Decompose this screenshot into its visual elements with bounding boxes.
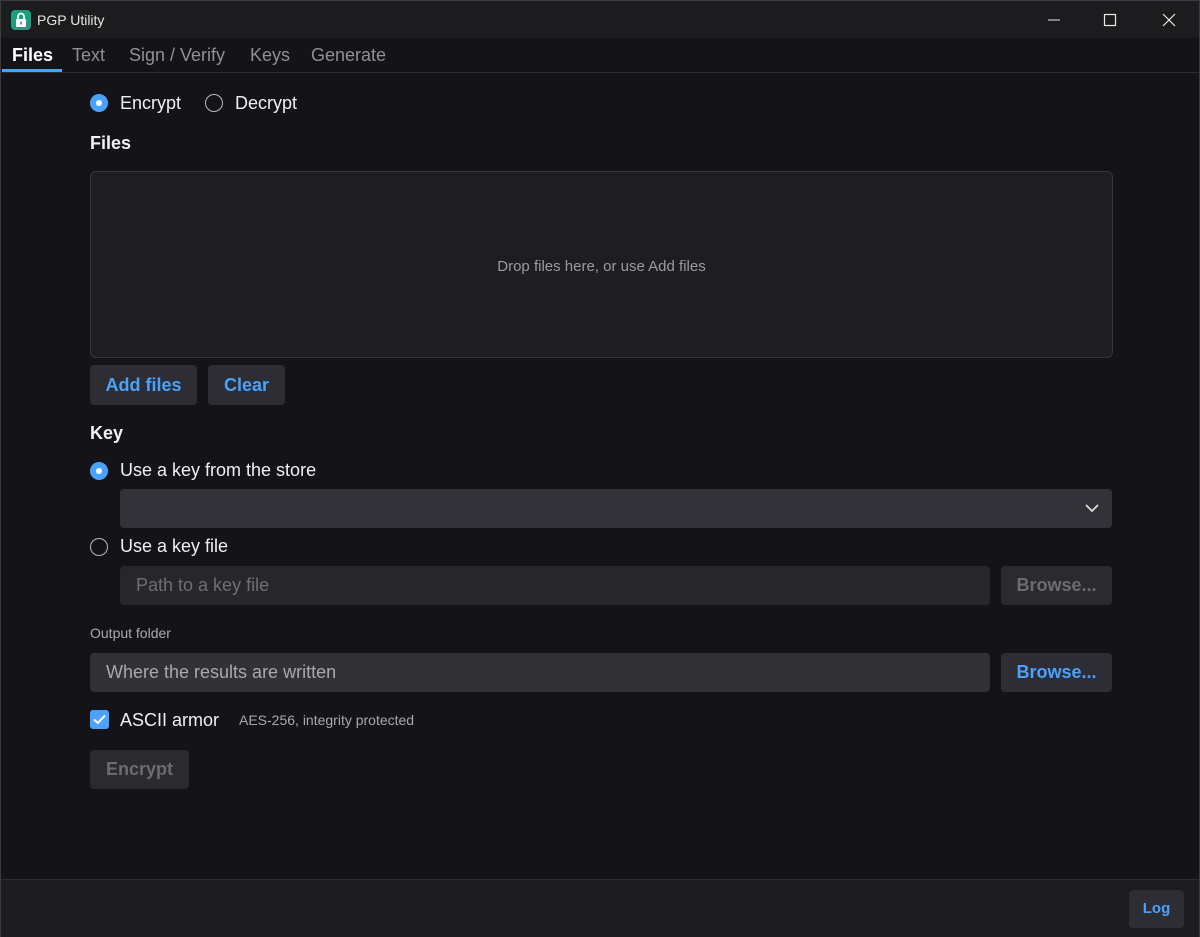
tab-text[interactable]: Text bbox=[72, 44, 105, 70]
key-store-radio[interactable] bbox=[90, 462, 108, 480]
encrypt-radio[interactable] bbox=[90, 94, 108, 112]
decrypt-radio[interactable] bbox=[205, 94, 223, 112]
app-window: PGP Utility Files Text Sign / Verify Key… bbox=[0, 0, 1200, 937]
maximize-button[interactable] bbox=[1081, 1, 1139, 38]
window-title: PGP Utility bbox=[37, 12, 105, 28]
tab-keys[interactable]: Keys bbox=[250, 44, 290, 70]
output-browse-button[interactable]: Browse... bbox=[1001, 653, 1112, 692]
tab-generate[interactable]: Generate bbox=[311, 44, 386, 70]
minimize-button[interactable] bbox=[1025, 1, 1083, 38]
title-bar[interactable]: PGP Utility bbox=[1, 1, 1199, 38]
key-store-select[interactable] bbox=[120, 489, 1112, 528]
close-button[interactable] bbox=[1140, 1, 1198, 38]
lock-icon bbox=[11, 10, 31, 30]
decrypt-radio-label[interactable]: Decrypt bbox=[235, 93, 297, 114]
key-file-browse-button[interactable]: Browse... bbox=[1001, 566, 1112, 605]
key-file-radio-label[interactable]: Use a key file bbox=[120, 536, 228, 557]
cipher-hint: AES-256, integrity protected bbox=[239, 712, 415, 728]
add-files-button[interactable]: Add files bbox=[90, 365, 197, 405]
key-store-radio-label[interactable]: Use a key from the store bbox=[120, 460, 316, 481]
encrypt-radio-label[interactable]: Encrypt bbox=[120, 93, 181, 114]
chevron-down-icon bbox=[1085, 504, 1099, 513]
files-section-title: Files bbox=[90, 133, 132, 153]
encrypt-button[interactable]: Encrypt bbox=[90, 750, 189, 789]
key-file-path-input[interactable]: Path to a key file bbox=[120, 566, 990, 605]
tab-sign-verify[interactable]: Sign / Verify bbox=[129, 44, 225, 70]
minimize-icon bbox=[1048, 19, 1060, 21]
tab-files[interactable]: Files bbox=[12, 44, 53, 70]
key-section-title: Key bbox=[90, 423, 124, 443]
file-drop-zone[interactable]: Drop files here, or use Add files bbox=[90, 171, 1113, 358]
ascii-armor-label[interactable]: ASCII armor bbox=[120, 710, 219, 731]
key-file-radio[interactable] bbox=[90, 538, 108, 556]
close-icon bbox=[1162, 13, 1176, 27]
tab-bar: Files Text Sign / Verify Keys Generate bbox=[1, 38, 1199, 73]
output-folder-label: Output folder bbox=[90, 625, 171, 641]
maximize-icon bbox=[1103, 13, 1117, 27]
log-button[interactable]: Log bbox=[1129, 890, 1184, 928]
status-bar: Log bbox=[1, 879, 1199, 937]
checkmark-icon bbox=[93, 714, 106, 725]
output-folder-input[interactable]: Where the results are written bbox=[90, 653, 990, 692]
active-tab-indicator bbox=[2, 69, 62, 72]
drop-zone-hint: Drop files here, or use Add files bbox=[497, 258, 706, 275]
clear-button[interactable]: Clear bbox=[208, 365, 285, 405]
ascii-armor-checkbox[interactable] bbox=[90, 710, 109, 729]
